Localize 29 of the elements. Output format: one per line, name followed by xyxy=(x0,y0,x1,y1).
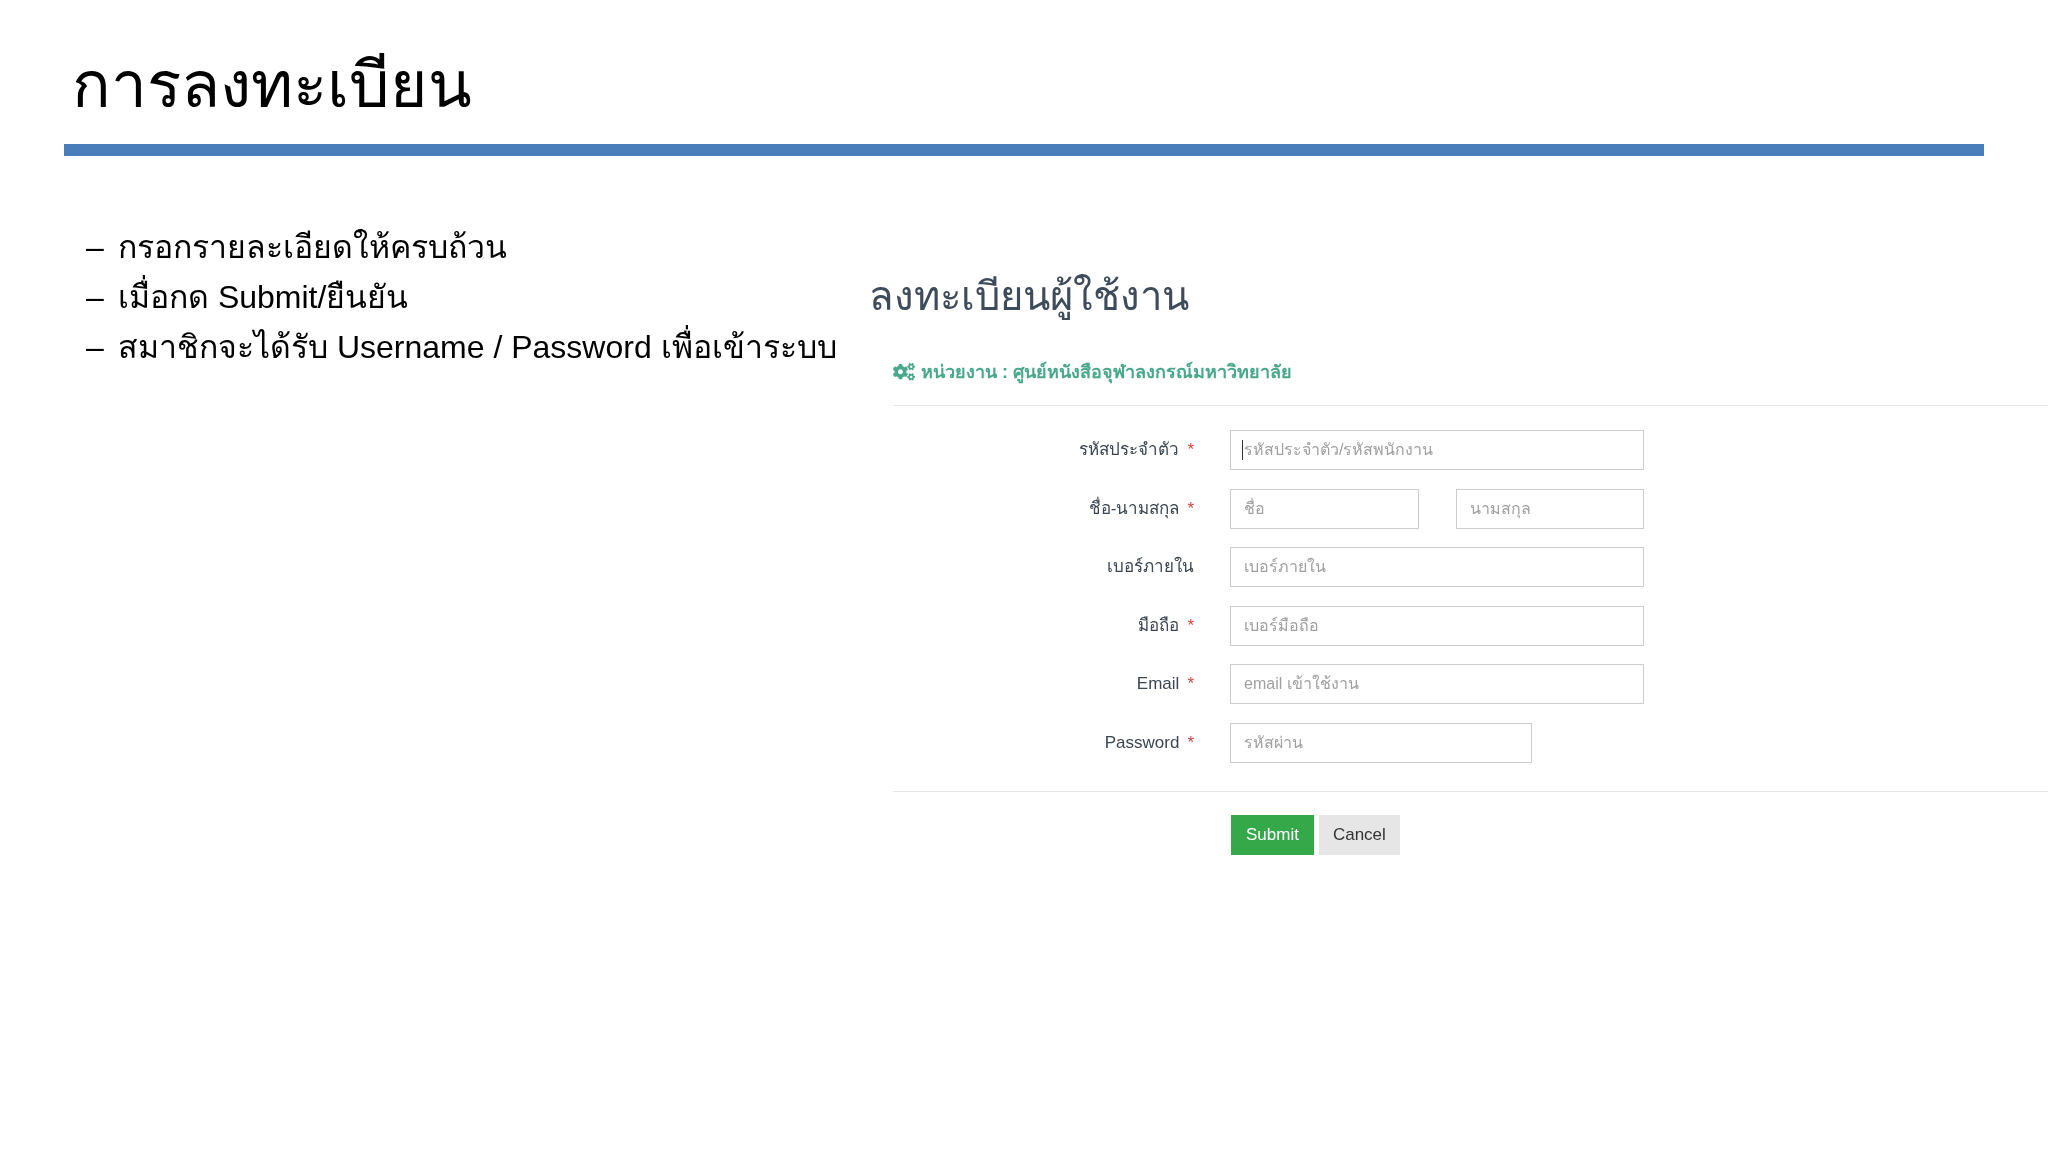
input-field[interactable]: เบอร์ภายใน xyxy=(1230,547,1644,588)
input-field[interactable]: นามสกุล xyxy=(1455,488,1644,529)
department-label: หน่วยงาน : ศูนย์หนังสือจุฬาลงกรณ์มหาวิทยาลัย xyxy=(921,360,1292,384)
bullet-marker: – xyxy=(86,328,105,367)
bullet-text: สมาชิกจะได้รับ Username / Password เพื่อเข้าระบบ xyxy=(118,322,837,372)
gears-icon xyxy=(893,363,915,381)
input-field[interactable]: รหัสประจำตัว/รหัสพนักงาน xyxy=(1230,430,1644,470)
field-label: รหัสประจำตัว xyxy=(1079,439,1180,461)
field-label: Password xyxy=(1104,731,1180,754)
input-field[interactable]: email เข้าใช้งาน xyxy=(1230,664,1644,705)
page-title: การลงทะเบียน xyxy=(72,48,472,123)
required-asterisk: * xyxy=(1187,673,1194,696)
bullet-marker: – xyxy=(86,228,105,267)
input-field[interactable]: เบอร์มือถือ xyxy=(1230,605,1644,646)
required-asterisk: * xyxy=(1187,497,1194,520)
bullet-text: กรอกรายละเอียดให้ครบถ้วน xyxy=(118,228,507,267)
field-label: Email xyxy=(1136,673,1180,696)
form-title: ลงทะเบียนผู้ใช้งาน xyxy=(869,273,1189,320)
required-asterisk: * xyxy=(1187,614,1194,637)
required-asterisk: * xyxy=(1187,731,1194,754)
required-asterisk: * xyxy=(1187,439,1194,461)
input-field[interactable]: ชื่อ xyxy=(1230,488,1419,529)
field-label: ชื่อ-นามสกุล xyxy=(1088,496,1180,521)
input-field[interactable]: รหัสผ่าน xyxy=(1230,722,1532,763)
bullet-marker: – xyxy=(86,278,105,317)
cancel-button[interactable]: Cancel xyxy=(1318,814,1400,855)
field-label: เบอร์ภายใน xyxy=(1107,555,1194,579)
bullet-text: เมื่อกด Submit/ยืนยัน xyxy=(118,272,409,322)
field-label: มือถือ xyxy=(1138,614,1180,637)
